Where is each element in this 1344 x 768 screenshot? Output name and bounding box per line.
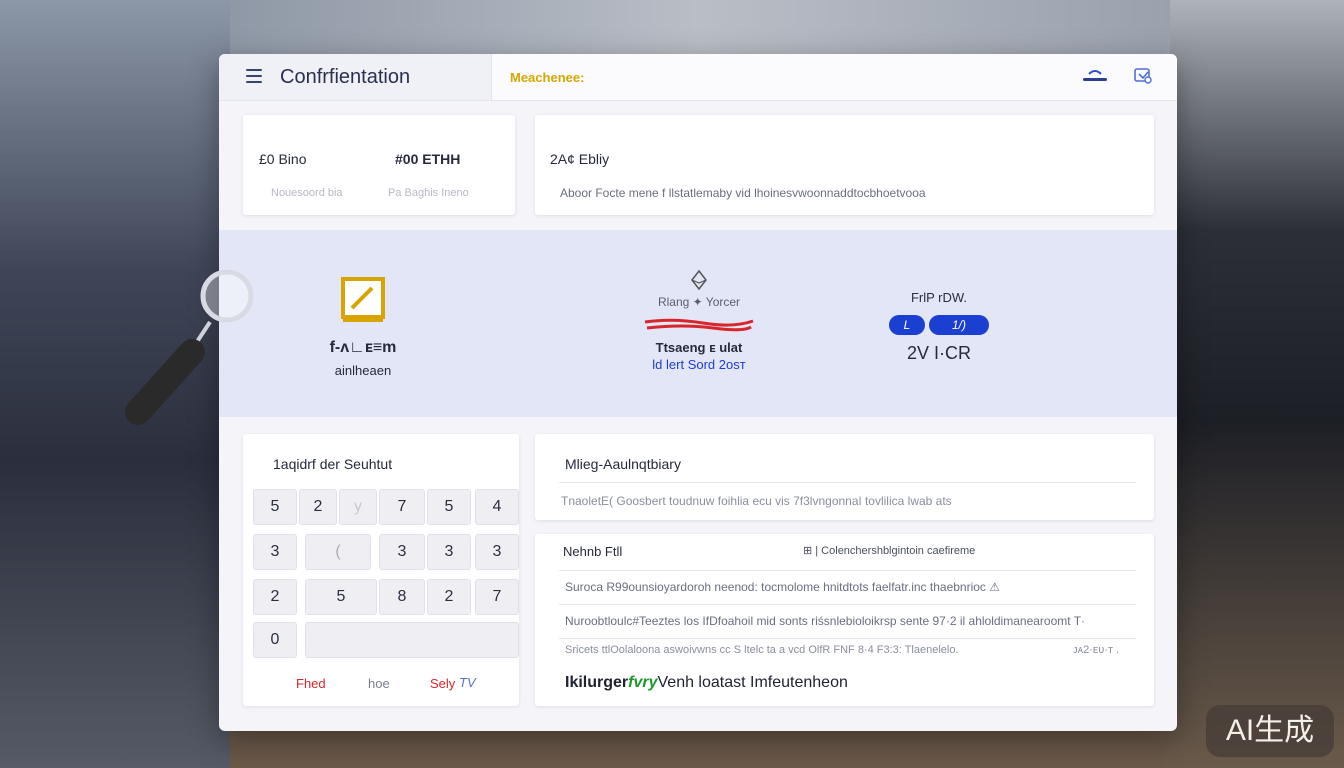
network-pill: L 1/) xyxy=(879,315,999,335)
info-desc: TnaoletE( Goosbert toudnuw foihlia ecu v… xyxy=(561,494,952,508)
details-row[interactable]: Suroca R99ounsioyardoroh neenod: tocmolo… xyxy=(565,580,1000,594)
exchange-band: f-ᴧ∟ᴇ≡m ainlheaen Rlang ✦ Yorcer Ttsaeng… xyxy=(219,230,1177,417)
status-tag: Meachenee: xyxy=(510,70,585,85)
key[interactable]: 3 xyxy=(475,534,519,570)
magnifier-icon xyxy=(125,269,254,425)
details-row-tail: ᴊᴀ2·ᴇᴜ·ᴛ . xyxy=(1073,644,1120,656)
app-window: Confrfientation Meachenee: £0 Bino #00 E… xyxy=(219,54,1177,731)
pill-right: 1/) xyxy=(929,315,989,335)
footer-part-b: fvry xyxy=(628,674,658,691)
red-stroke-mark xyxy=(644,318,754,332)
menu-icon[interactable] xyxy=(246,69,262,83)
keypad-title: 1aqidrf der Seuhtut xyxy=(273,456,393,472)
footer-part-a: Ikilurger xyxy=(565,674,629,691)
cloud-sync-icon[interactable] xyxy=(1081,68,1109,84)
tv-button[interactable]: TV xyxy=(459,675,476,690)
balance-card: £0 Bino #00 ETHH Nouesoord bia Pa Baghis… xyxy=(243,115,515,215)
background-right xyxy=(1164,0,1344,768)
key[interactable]: 2 xyxy=(253,579,297,615)
ai-watermark: AI生成 xyxy=(1206,705,1334,757)
key[interactable]: 7 xyxy=(475,579,519,615)
key[interactable]: 5 xyxy=(305,579,377,615)
band-item-3[interactable]: FrlP rDW. L 1/) 2V I·CR xyxy=(879,290,999,364)
info-card: Mlieg-Aaulnqtbiary TnaoletE( Goosbert to… xyxy=(535,434,1154,520)
details-row[interactable]: Nuroobtloulc#Teeztes los IfDfoahoil mid … xyxy=(565,614,1085,628)
band-item-1-title: f-ᴧ∟ᴇ≡m xyxy=(329,339,397,356)
balance-sub2: Pa Baghis Ineno xyxy=(388,187,469,199)
details-header-left: Nehnb Ftll xyxy=(563,544,623,559)
eth-amount: #00 ETHH xyxy=(395,151,461,167)
band-item-3-amount: 2V I·CR xyxy=(906,343,971,363)
summary-heading: 2A¢ Ebliy xyxy=(550,151,610,167)
ethereum-logo-icon xyxy=(691,269,707,291)
key[interactable]: 5 xyxy=(253,489,297,525)
balance-label: £0 Bino xyxy=(259,151,307,167)
footer-part-c: Venh loatast Imfeutenheon xyxy=(657,674,848,691)
key[interactable]: 4 xyxy=(475,489,519,525)
fred-button[interactable]: Fhed xyxy=(296,676,326,691)
key[interactable]: 8 xyxy=(379,579,425,615)
balance-sub1: Nouesoord bia xyxy=(271,187,343,199)
band-item-2[interactable]: Rlang ✦ Yorcer Ttsaeng ᴇ ulat ld lert So… xyxy=(629,269,769,372)
key[interactable]: y xyxy=(339,489,377,525)
details-footer: IkilurgerfvryVenh loatast Imfeutenheon xyxy=(565,674,848,692)
background-top xyxy=(230,0,1170,60)
key[interactable]: 5 xyxy=(427,489,471,525)
settings-grid-icon[interactable] xyxy=(1133,66,1153,86)
key-wide[interactable] xyxy=(305,622,519,658)
title-bar: Confrfientation Meachenee: xyxy=(219,54,1177,101)
key[interactable]: 0 xyxy=(253,622,297,658)
band-item-3-caption: FrlP rDW. xyxy=(910,290,968,305)
key[interactable]: 7 xyxy=(379,489,425,525)
gold-square-icon xyxy=(341,277,385,322)
details-card: Nehnb Ftll ⊞ | Colenchershblgintoin caef… xyxy=(535,534,1154,706)
band-item-1-sub: ainlheaen xyxy=(334,363,392,378)
hoe-button[interactable]: hoe xyxy=(368,676,390,691)
pill-left: L xyxy=(889,315,925,335)
details-header-right: ⊞ | Colenchershblgintoin caefireme xyxy=(803,545,976,557)
sely-button[interactable]: Sely xyxy=(430,676,455,691)
summary-sub: Aboor Focte mene f llstatlemaby vid lhoi… xyxy=(560,186,926,200)
divider xyxy=(559,482,1136,483)
divider xyxy=(559,638,1136,639)
divider xyxy=(559,570,1136,571)
band-item-2-sub: ld lert Sord 2osᴛ xyxy=(652,357,746,372)
divider xyxy=(559,604,1136,605)
details-row[interactable]: Sricets ttlOolaloona aswoivwns cc S ltel… xyxy=(565,644,959,656)
key[interactable]: 2 xyxy=(299,489,337,525)
title-area: Confrfientation xyxy=(219,54,492,100)
keypad-card: 1aqidrf der Seuhtut 5 2 y 7 5 4 3 ( 3 3 … xyxy=(243,434,519,706)
band-item-2-caption: Rlang ✦ Yorcer xyxy=(657,295,741,309)
key[interactable]: 2 xyxy=(427,579,471,615)
summary-card: 2A¢ Ebliy Aboor Focte mene f llstatlemab… xyxy=(535,115,1154,215)
key[interactable]: 3 xyxy=(427,534,471,570)
key[interactable]: 3 xyxy=(379,534,425,570)
key[interactable]: ( xyxy=(305,534,371,570)
info-title: Mlieg-Aaulnqtbiary xyxy=(565,456,681,472)
band-item-1[interactable]: f-ᴧ∟ᴇ≡m ainlheaen xyxy=(301,276,425,378)
band-item-2-title: Ttsaeng ᴇ ulat xyxy=(655,340,743,355)
key[interactable]: 3 xyxy=(253,534,297,570)
app-title: Confrfientation xyxy=(280,66,411,88)
